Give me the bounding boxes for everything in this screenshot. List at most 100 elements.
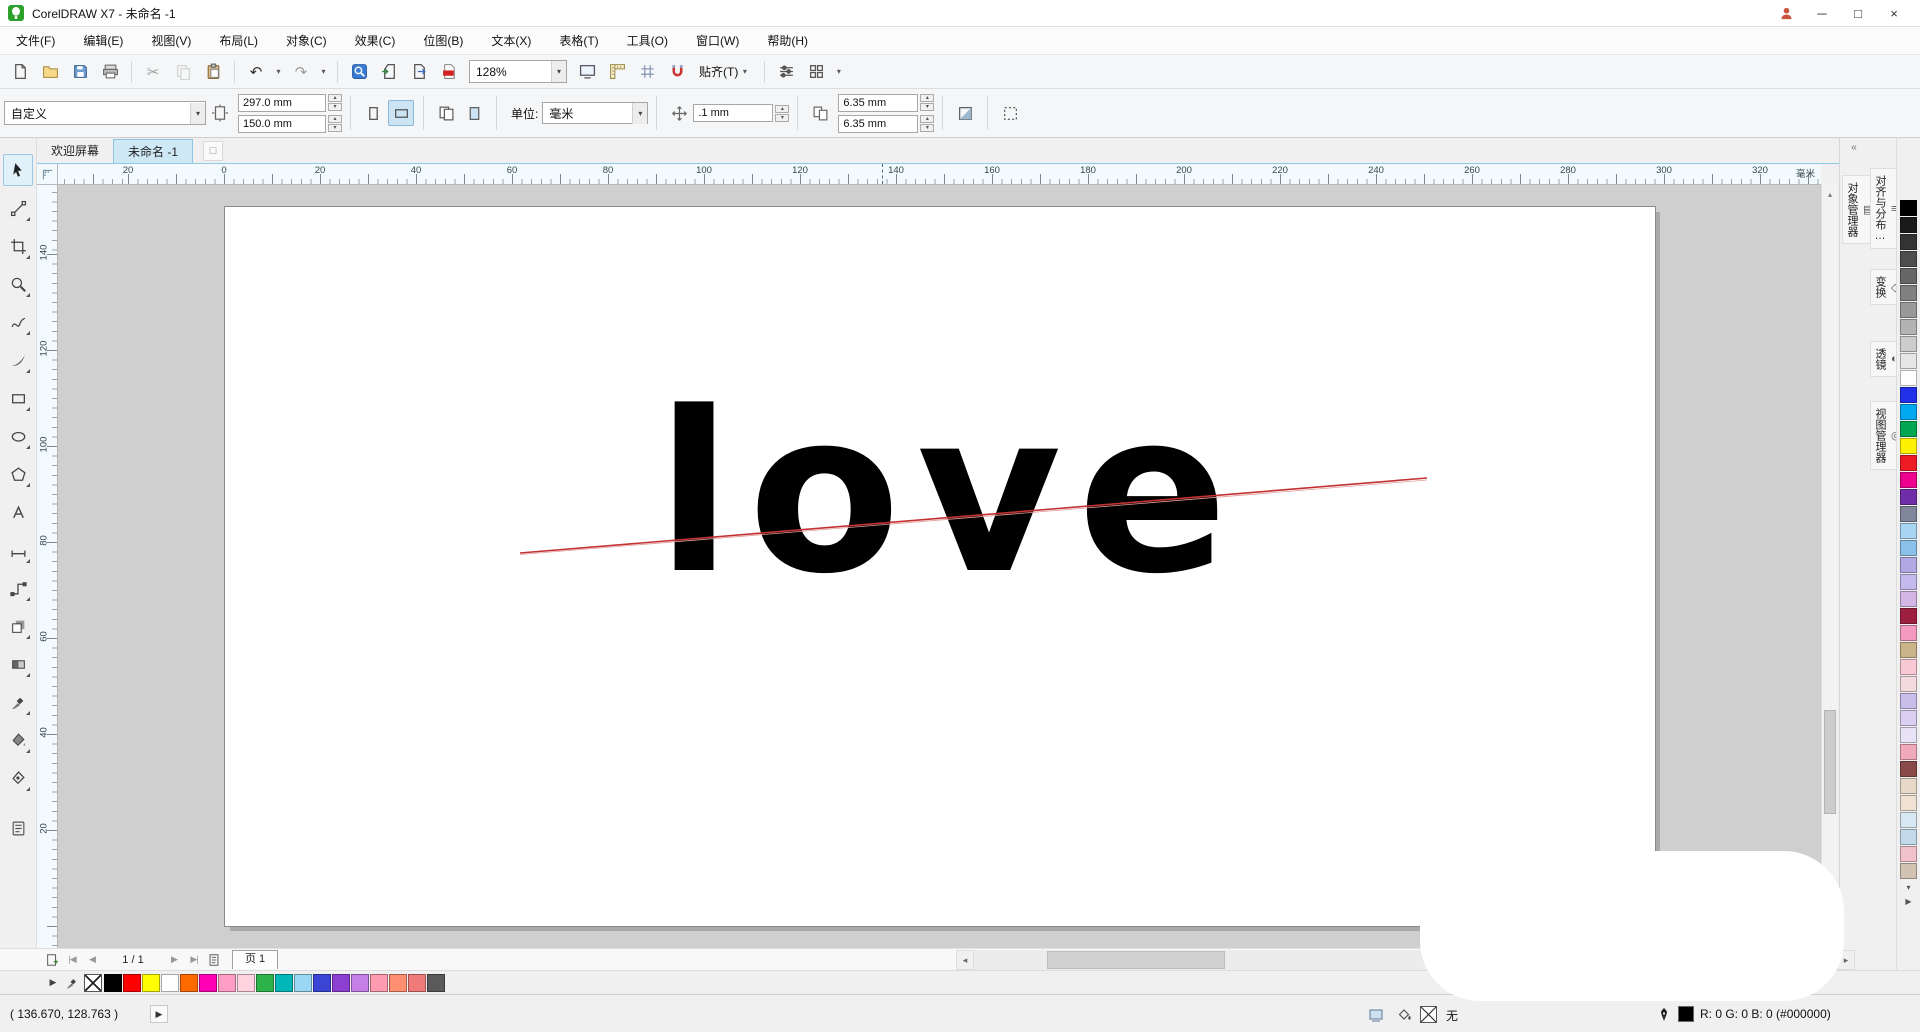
color-swatch[interactable] [1900,370,1917,386]
menu-view[interactable]: 视图(V) [137,27,205,55]
color-swatch[interactable] [1900,523,1917,539]
menu-object[interactable]: 对象(C) [272,27,341,55]
color-swatch[interactable] [1900,353,1917,369]
bottom-palette-flyout-icon[interactable]: ▶ [46,977,60,988]
color-swatch[interactable] [1900,557,1917,573]
duplicate-x-field[interactable] [838,93,919,112]
drawing-canvas[interactable]: love [58,185,1821,948]
pick-tool[interactable] [3,154,33,186]
color-swatch[interactable] [294,973,312,992]
close-button[interactable]: × [1876,0,1912,26]
color-swatch[interactable] [1900,625,1917,641]
open-button[interactable] [36,58,64,86]
connector-tool[interactable] [3,572,33,604]
cut-button[interactable]: ✂ [139,58,167,86]
color-eyedropper-icon[interactable] [62,974,82,992]
save-button[interactable] [66,58,94,86]
color-swatch[interactable] [199,973,217,992]
vertical-ruler[interactable]: 140 120 100 80 60 40 20 [37,185,58,948]
duplicate-y-spin-up[interactable]: ▴ [920,115,935,123]
palette-scroll-down-icon[interactable]: ▾ [1900,880,1917,894]
publish-pdf-button[interactable] [435,58,463,86]
smart-fill-tool[interactable] [3,762,33,794]
account-icon[interactable] [1768,0,1804,26]
color-swatch[interactable] [180,973,198,992]
bounding-box-button[interactable] [997,100,1023,126]
all-pages-button[interactable] [433,100,459,126]
menu-window[interactable]: 窗口(W) [682,27,753,55]
color-swatch[interactable] [256,973,274,992]
no-color-swatch[interactable] [84,973,102,992]
page-preset-combo[interactable]: 自定义 ▾ [4,101,206,125]
undo-button[interactable]: ↶ [242,58,270,86]
color-swatch[interactable] [1900,404,1917,420]
menu-tools[interactable]: 工具(O) [613,27,682,55]
snap-to-button[interactable]: 贴齐(T) ▾ [693,59,757,85]
nudge-spin-down[interactable]: ▾ [775,113,790,122]
menu-effects[interactable]: 效果(C) [341,27,410,55]
vertical-scrollbar[interactable]: ▴ ▾ [1821,185,1838,948]
minimize-button[interactable]: ─ [1804,0,1840,26]
color-swatch[interactable] [408,973,426,992]
new-document-button[interactable] [6,58,34,86]
tab-untitled-document[interactable]: 未命名 -1 [113,139,194,163]
color-swatch[interactable] [161,973,179,992]
duplicate-y-spin-down[interactable]: ▾ [920,124,935,132]
color-swatch[interactable] [1900,591,1917,607]
menu-bitmaps[interactable]: 位图(B) [409,27,477,55]
tab-welcome-screen[interactable]: 欢迎屏幕 [37,139,113,163]
search-content-button[interactable] [345,58,373,86]
color-swatch[interactable] [1900,710,1917,726]
color-swatch[interactable] [1900,642,1917,658]
first-page-button[interactable]: |◀ [62,951,82,969]
duplicate-x-spin-down[interactable]: ▾ [920,103,935,111]
menu-table[interactable]: 表格(T) [545,27,612,55]
duplicate-x-spin-up[interactable]: ▴ [920,94,935,102]
ruler-origin-corner[interactable] [37,164,58,185]
color-swatch[interactable] [389,973,407,992]
color-swatch[interactable] [1900,506,1917,522]
horizontal-scroll-thumb[interactable] [1047,951,1225,969]
units-combo[interactable]: 毫米 ▾ [542,102,649,124]
interactive-fill-tool[interactable] [3,724,33,756]
show-rulers-button[interactable] [603,58,631,86]
color-swatch[interactable] [1900,795,1917,811]
color-swatch[interactable] [1900,217,1917,233]
application-launcher-button[interactable] [802,58,830,86]
clipboard-docker-icon[interactable] [3,812,33,844]
color-swatch[interactable] [1900,693,1917,709]
color-swatch[interactable] [1900,863,1917,879]
shape-tool[interactable] [3,192,33,224]
color-swatch[interactable] [142,973,160,992]
snap-magnet-icon[interactable] [663,58,691,86]
menu-layout[interactable]: 布局(L) [205,27,272,55]
redo-dropdown-icon[interactable]: ▾ [317,59,330,85]
color-swatch[interactable] [237,973,255,992]
docker-collapse-icon[interactable]: « [1840,138,1868,157]
page-width-field[interactable] [238,93,326,112]
color-swatch[interactable] [1900,268,1917,284]
color-swatch[interactable] [218,973,236,992]
page-tab[interactable]: 页 1 [232,950,279,969]
color-swatch[interactable] [1900,744,1917,760]
color-swatch[interactable] [1900,574,1917,590]
color-swatch[interactable] [104,973,122,992]
preset-dropdown-icon[interactable]: ▾ [190,102,205,124]
drop-shadow-tool[interactable] [3,610,33,642]
redo-button[interactable]: ↷ [287,58,315,86]
color-swatch[interactable] [370,973,388,992]
color-swatch[interactable] [1900,387,1917,403]
color-swatch[interactable] [1900,302,1917,318]
last-page-button[interactable]: ▶| [184,951,204,969]
vertical-scroll-thumb[interactable] [1824,710,1836,814]
crop-tool[interactable] [3,230,33,262]
rectangle-tool[interactable] [3,382,33,414]
undo-dropdown-icon[interactable]: ▾ [272,59,285,85]
scroll-up-button[interactable]: ▴ [1822,185,1838,203]
landscape-button[interactable] [388,100,414,126]
zoom-level-combo[interactable]: 128% ▾ [469,60,567,83]
color-swatch[interactable] [1900,455,1917,471]
menu-edit[interactable]: 编辑(E) [69,27,137,55]
next-page-button[interactable]: ▶ [164,951,184,969]
options-button[interactable] [772,58,800,86]
